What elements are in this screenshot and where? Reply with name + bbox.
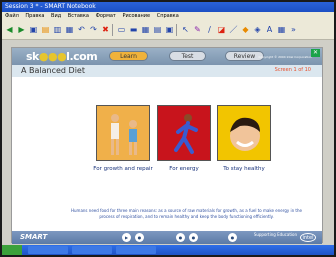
menu-bar: Файл Правка Вид Вставка Формат Рисование… xyxy=(2,12,334,21)
fill-icon[interactable]: ◈ xyxy=(252,24,263,36)
save-icon[interactable]: ▥ xyxy=(52,24,63,36)
menu-file[interactable]: Файл xyxy=(5,13,19,19)
undo-icon[interactable]: ↶ xyxy=(76,24,87,36)
energy-photo xyxy=(157,105,211,161)
menu-format[interactable]: Формат xyxy=(96,13,116,19)
forward-icon[interactable]: ▶ xyxy=(16,24,27,36)
document-area: sk●●●l.com Learn Test Review Copyright ©… xyxy=(2,40,334,245)
copyright-text: Copyright © 2004 Intel Corporation xyxy=(258,55,312,59)
title-bar: Session 3 * - SMART Notebook xyxy=(2,2,334,12)
toolbar-separator xyxy=(176,24,179,36)
menu-edit[interactable]: Правка xyxy=(25,13,44,19)
page-icon[interactable]: ▣ xyxy=(28,24,39,36)
close-icon[interactable]: ✕ xyxy=(311,49,320,57)
toolbar: ◀ ▶ ▣ ▤ ▥ ▦ ↶ ↷ ✖ ▭ ▬ ▦ ▤ ▣ ↖ ✎ ∕ ◪ ／ ◆ … xyxy=(2,21,334,40)
lesson-body-text: Humans need food for three main reasons:… xyxy=(71,208,302,219)
supporting-education-text: Supporting Education xyxy=(253,232,297,237)
screen-shade-icon[interactable]: ▭ xyxy=(116,24,127,36)
line-icon[interactable]: ／ xyxy=(228,24,239,36)
shape-icon[interactable]: ◆ xyxy=(240,24,251,36)
capture-icon[interactable]: ▣ xyxy=(164,24,175,36)
page-title: A Balanced Diet xyxy=(21,66,85,75)
toolbar-separator xyxy=(112,24,115,36)
taskbar-item[interactable] xyxy=(28,246,68,254)
pen-icon[interactable]: ✎ xyxy=(192,24,203,36)
record-icon[interactable]: ● xyxy=(135,233,144,242)
growth-photo xyxy=(96,105,150,161)
taskbar-item[interactable] xyxy=(72,246,112,254)
lesson-footer: SMART ▶ ● ● ● ● Supporting Education int… xyxy=(12,231,322,244)
smart-logo: SMART xyxy=(20,233,48,241)
play-icon[interactable]: ▶ xyxy=(122,233,131,242)
skool-logo: sk●●●l.com xyxy=(26,50,98,63)
properties-icon[interactable]: ▦ xyxy=(276,24,287,36)
notebook-page[interactable]: sk●●●l.com Learn Test Review Copyright ©… xyxy=(11,47,323,244)
lesson-header: sk●●●l.com Learn Test Review Copyright ©… xyxy=(12,48,322,65)
intel-logo: intel xyxy=(300,233,316,242)
table-icon[interactable]: ▦ xyxy=(140,24,151,36)
select-icon[interactable]: ↖ xyxy=(180,24,191,36)
lesson-subheader: A Balanced Diet Screen 1 of 10 xyxy=(12,65,322,77)
menu-view[interactable]: Вид xyxy=(51,13,61,19)
insert-icon[interactable]: ▤ xyxy=(152,24,163,36)
menu-draw[interactable]: Рисование xyxy=(122,13,150,19)
healthy-photo xyxy=(217,105,271,161)
start-button[interactable] xyxy=(2,245,22,255)
menu-insert[interactable]: Вставка xyxy=(68,13,89,19)
more-icon[interactable]: » xyxy=(288,24,299,36)
open-icon[interactable]: ▤ xyxy=(40,24,51,36)
eraser-icon[interactable]: ◪ xyxy=(216,24,227,36)
taskbar xyxy=(2,245,334,255)
creative-pen-icon[interactable]: ∕ xyxy=(204,24,215,36)
back-icon[interactable]: ◀ xyxy=(4,24,15,36)
caption-energy: For energy xyxy=(169,166,199,172)
screen-counter: Screen 1 of 10 xyxy=(274,67,311,73)
redo-icon[interactable]: ↷ xyxy=(88,24,99,36)
rewind-icon[interactable]: ● xyxy=(176,233,185,242)
display-icon[interactable]: ▬ xyxy=(128,24,139,36)
tab-test[interactable]: Test xyxy=(169,51,206,61)
fastforward-icon[interactable]: ● xyxy=(189,233,198,242)
menu-help[interactable]: Справка xyxy=(157,13,179,19)
tab-learn[interactable]: Learn xyxy=(109,51,148,61)
next-icon[interactable]: ● xyxy=(228,233,237,242)
delete-icon[interactable]: ✖ xyxy=(100,24,111,36)
caption-growth: For growth and repair xyxy=(93,166,153,172)
text-icon[interactable]: A xyxy=(264,24,275,36)
paste-icon[interactable]: ▦ xyxy=(64,24,75,36)
taskbar-item[interactable] xyxy=(116,246,156,254)
caption-healthy: To stay healthy xyxy=(223,166,265,172)
